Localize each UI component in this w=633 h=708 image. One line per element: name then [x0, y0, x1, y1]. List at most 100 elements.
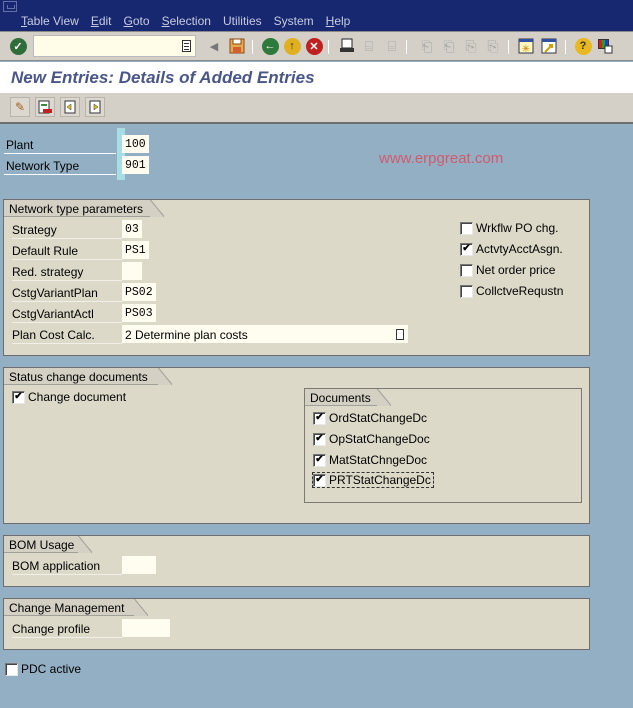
op-stat-change-doc-checkbox[interactable]: ✔ OpStatChangeDoc	[313, 432, 430, 446]
find-icon: ⌸	[364, 37, 374, 54]
dropdown-list-icon[interactable]	[396, 329, 404, 340]
find-next-button[interactable]: ⌸	[383, 37, 401, 55]
back-button[interactable]: ←	[261, 37, 279, 55]
command-input[interactable]	[34, 36, 174, 56]
layout-menu-button[interactable]	[596, 37, 614, 55]
group-title: Status change documents	[4, 368, 172, 385]
bom-application-label: BOM application	[12, 556, 122, 575]
menu-selection[interactable]: Selection	[162, 14, 211, 28]
cstg-variant-actl-field[interactable]: PS03	[122, 304, 156, 322]
plan-cost-calc-dropdown[interactable]: 2 Determine plan costs	[122, 325, 408, 343]
network-type-parameters-group: Network type parameters Strategy 03 Defa…	[3, 199, 590, 356]
cancel-icon: ✕	[305, 37, 323, 55]
previous-page-button[interactable]: ⎗	[440, 37, 458, 55]
collapse-command-button[interactable]: ◀	[205, 37, 223, 55]
menu-edit[interactable]: Edit	[91, 14, 112, 28]
collctve-requstn-checkbox[interactable]: CollctveRequstn	[460, 284, 563, 298]
checkbox-label: OrdStatChangeDc	[329, 411, 428, 425]
mat-stat-chnge-doc-checkbox[interactable]: ✔ MatStatChngeDoc	[313, 453, 427, 467]
menu-bar: Table View Edit Goto Selection Utilities…	[0, 0, 633, 31]
toolbar-separator	[508, 40, 509, 54]
menu-help[interactable]: Help	[326, 14, 351, 28]
menu-mnemonic: S	[161, 14, 170, 28]
plan-cost-calc-label: Plan Cost Calc.	[12, 325, 122, 344]
create-session-button[interactable]: ✳	[517, 37, 535, 55]
previous-entry-icon	[64, 100, 76, 114]
plant-label: Plant	[4, 135, 116, 154]
checkbox-label: PDC active	[21, 662, 82, 676]
group-title: Documents	[305, 389, 391, 406]
checkbox-label: PRTStatChangeDc	[329, 473, 431, 487]
last-page-icon: ⎘	[487, 37, 499, 54]
print-button[interactable]	[338, 37, 356, 55]
ord-stat-change-dc-checkbox[interactable]: ✔ OrdStatChangeDc	[313, 411, 427, 425]
prt-stat-change-dc-checkbox[interactable]: ✔ PRTStatChangeDc	[312, 472, 434, 488]
default-rule-label: Default Rule	[12, 241, 122, 260]
svg-text:✳: ✳	[522, 44, 530, 54]
cstg-variant-plan-field[interactable]: PS02	[122, 283, 156, 301]
menu-label: dit	[98, 14, 112, 28]
change-display-button[interactable]: ✎	[10, 97, 30, 117]
checkbox-box: ✔	[460, 242, 473, 256]
net-order-price-checkbox[interactable]: Net order price	[460, 263, 555, 277]
next-entry-button[interactable]	[85, 97, 105, 117]
checkbox-label: ActvtyAcctAsgn.	[476, 242, 563, 256]
checkbox-label: Change document	[28, 390, 127, 404]
toolbar-separator	[252, 40, 253, 54]
plan-cost-calc-value: 2 Determine plan costs	[125, 328, 248, 342]
delete-icon	[38, 100, 52, 114]
help-button[interactable]: ?	[574, 37, 592, 55]
change-display-icon: ✎	[14, 100, 26, 114]
save-button[interactable]	[228, 37, 246, 55]
menu-system[interactable]: System	[274, 14, 314, 28]
command-dropdown-icon[interactable]	[182, 40, 191, 52]
generate-shortcut-icon	[541, 38, 557, 54]
wrkflw-po-chg-checkbox[interactable]: Wrkflw PO chg.	[460, 221, 558, 235]
previous-entry-button[interactable]	[60, 97, 80, 117]
print-icon	[340, 38, 354, 52]
network-type-field[interactable]: 901	[122, 156, 149, 174]
cstg-variant-plan-label: CstgVariantPlan	[12, 283, 122, 302]
menu-utilities[interactable]: Utilities	[223, 14, 262, 28]
back-arrow-icon: ◀	[209, 40, 219, 53]
menu-table-view[interactable]: Table View	[21, 14, 79, 28]
menu-goto[interactable]: Goto	[124, 14, 150, 28]
plant-field[interactable]: 100	[122, 135, 149, 153]
first-page-button[interactable]: ⎗	[418, 37, 436, 55]
toolbar-separator	[328, 40, 329, 54]
application-toolbar: ✎	[0, 93, 633, 124]
change-document-checkbox[interactable]: ✔ Change document	[12, 390, 126, 404]
enter-button[interactable]: ✓	[9, 37, 27, 55]
bom-application-field[interactable]	[122, 556, 156, 574]
generate-shortcut-button[interactable]	[540, 37, 558, 55]
red-strategy-field[interactable]	[122, 262, 142, 280]
last-page-button[interactable]: ⎘	[484, 37, 502, 55]
strategy-field[interactable]: 03	[122, 220, 142, 238]
checkbox-label: MatStatChngeDoc	[329, 453, 428, 467]
create-session-icon: ✳	[518, 38, 534, 54]
checkbox-label: Net order price	[476, 263, 556, 277]
checkbox-label: OpStatChangeDoc	[329, 432, 430, 446]
toolbar-separator	[406, 40, 407, 54]
next-page-button[interactable]: ⎘	[462, 37, 480, 55]
default-rule-field[interactable]: PS1	[122, 241, 149, 259]
checkbox-label: Wrkflw PO chg.	[476, 221, 559, 235]
command-field[interactable]	[33, 35, 196, 57]
cancel-button[interactable]: ✕	[305, 37, 323, 55]
window-menu-icon[interactable]	[3, 1, 17, 12]
enter-icon: ✓	[9, 37, 27, 55]
red-strategy-label: Red. strategy	[12, 262, 122, 281]
documents-group: Documents ✔ OrdStatChangeDc ✔ OpStatChange…	[304, 388, 582, 503]
delete-button[interactable]	[35, 97, 55, 117]
checkbox-box	[460, 263, 473, 277]
menu-label: election	[169, 14, 211, 28]
find-button[interactable]: ⌸	[360, 37, 378, 55]
pdc-active-checkbox[interactable]: PDC active	[5, 662, 81, 676]
actvty-acct-asgn-checkbox[interactable]: ✔ ActvtyAcctAsgn.	[460, 242, 563, 256]
find-next-icon: ⌸	[387, 37, 397, 54]
toolbar-separator	[565, 40, 566, 54]
change-profile-label: Change profile	[12, 619, 122, 638]
cstg-variant-actl-label: CstgVariantActl	[12, 304, 122, 323]
change-profile-field[interactable]	[122, 619, 170, 637]
exit-button[interactable]: ↑	[283, 37, 301, 55]
